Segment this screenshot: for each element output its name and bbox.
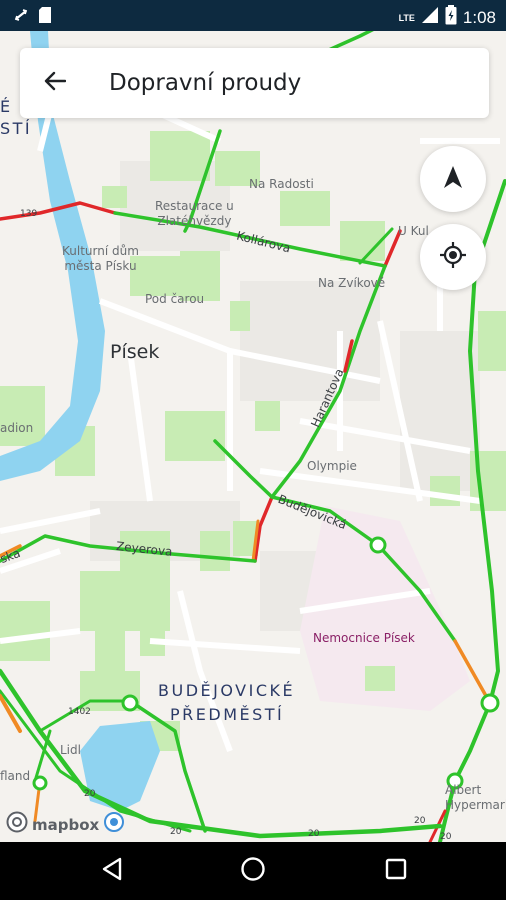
signal-icon [421,6,439,29]
label-district-line2: PŘEDMĚSTÍ [170,705,285,724]
map-attribution[interactable]: mapbox [6,811,125,838]
navigation-arrow-icon [442,164,464,195]
label-kulturni-dum[interactable]: Kulturní dům města Písku [62,244,139,274]
nav-recent-button[interactable] [376,851,416,891]
label-nemocnice[interactable]: Nemocnice Písek [313,631,415,645]
road-number-20: 20 [440,832,452,842]
mapbox-logo-icon [6,811,28,838]
road-number-1402: 1402 [68,707,91,717]
label-edge-e: É [0,97,13,116]
road-number-20: 20 [84,789,96,799]
sync-icon [14,7,28,28]
label-u-kul[interactable]: U Kul [398,224,429,239]
battery-icon [445,5,457,30]
back-button[interactable] [34,62,76,104]
label-lidl[interactable]: Lidl [60,743,81,758]
square-recent-icon [385,858,407,885]
status-bar: LTE 1:08 [0,0,506,31]
label-pod-carou[interactable]: Pod čarou [145,292,204,307]
network-type: LTE [398,12,415,23]
label-albert[interactable]: Albert Hypermark [445,783,506,813]
info-icon[interactable] [103,811,125,838]
label-na-zvikove[interactable]: Na Zvíkově [318,276,385,291]
label-edge-sti: STÍ [0,119,33,138]
label-pisek: Písek [110,341,160,363]
compass-button[interactable] [420,146,486,212]
circle-home-icon [240,856,266,887]
system-nav-bar [0,842,506,900]
my-location-icon [439,241,467,274]
status-icons-right: LTE 1:08 [399,5,496,30]
arrow-left-icon [44,71,67,96]
top-bar: Dopravní proudy [20,48,489,118]
nav-home-button[interactable] [233,851,273,891]
my-location-button[interactable] [420,224,486,290]
sd-card-icon [38,6,52,29]
clock: 1:08 [462,7,496,27]
mapbox-wordmark: mapbox [32,815,100,834]
status-icons-left [14,6,52,29]
label-na-radosti[interactable]: Na Radosti [249,177,314,192]
road-number-20: 20 [170,827,182,837]
road-number-20: 20 [308,829,320,839]
road-number-20: 20 [414,816,426,826]
label-edge-land[interactable]: fland [0,769,30,784]
road-number-139: 139 [20,209,38,219]
label-restaurace[interactable]: Restaurace u Zlatéhvězdy [155,199,234,229]
page-title: Dopravní proudy [109,70,302,96]
nav-back-button[interactable] [92,851,132,891]
triangle-back-icon [101,857,123,886]
traffic-map[interactable]: Kulturní dům města Písku Písek Na Radost… [0,31,506,842]
label-stadion[interactable]: adion [0,421,33,436]
label-district-line1: BUDĚJOVICKÉ [158,681,296,700]
label-olympie[interactable]: Olympie [307,459,357,474]
